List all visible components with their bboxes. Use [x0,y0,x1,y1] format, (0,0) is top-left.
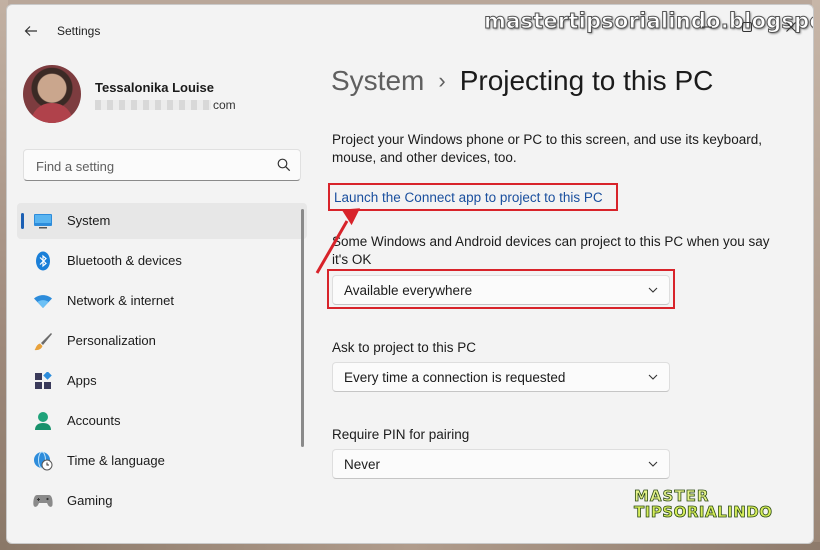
wifi-icon [33,291,53,311]
maximize-button[interactable] [727,13,767,41]
app-title: Settings [57,24,101,38]
back-button[interactable] [19,19,43,43]
breadcrumb-parent[interactable]: System [331,65,424,96]
breadcrumb: System › Projecting to this PC [331,65,713,97]
sidebar-item-time-language[interactable]: Time & language [17,443,307,479]
bluetooth-icon [33,251,53,271]
search-icon[interactable] [276,157,292,173]
availability-label: Some Windows and Android devices can pro… [332,234,770,267]
sidebar-item-label: Network & internet [67,293,174,308]
chevron-down-icon [648,461,658,467]
user-name: Tessalonika Louise [95,80,214,95]
sidebar-item-label: System [67,213,111,228]
person-icon [33,411,53,431]
sidebar-item-accounts[interactable]: Accounts [17,403,307,439]
watermark-logo-line1: MASTER [634,487,710,505]
gamepad-icon [33,491,53,511]
sidebar-nav: System Bluetooth & devices Network & int… [17,203,307,523]
pin-label: Require PIN for pairing [332,427,470,442]
dropdown-value: Every time a connection is requested [344,370,566,385]
sidebar-item-label: Personalization [67,333,156,348]
chevron-right-icon: › [438,68,446,93]
pin-dropdown[interactable]: Never [332,449,670,479]
sidebar-item-label: Bluetooth & devices [67,253,182,268]
annotation-arrow [315,208,361,274]
chevron-down-icon [648,287,658,293]
user-email: com [95,98,236,112]
sidebar-item-label: Accounts [67,413,121,428]
globe-clock-icon [33,451,53,471]
ask-dropdown[interactable]: Every time a connection is requested [332,362,670,392]
close-icon [786,22,796,32]
watermark-logo-line2: TIPSORIALINDO [634,503,773,521]
minimize-icon [702,26,712,28]
watermark-logo: MASTER TIPSORIALINDO [634,487,773,521]
close-button[interactable] [771,13,811,41]
availability-dropdown[interactable]: Available everywhere [332,275,670,305]
settings-window: Settings mastertipsorialindo.blogspot.co… [6,4,814,544]
chevron-down-icon [648,374,658,380]
page-description: Project your Windows phone or PC to this… [332,132,762,165]
sidebar-item-personalization[interactable]: Personalization [17,323,307,359]
sidebar-item-bluetooth[interactable]: Bluetooth & devices [17,243,307,279]
title-bar: Settings mastertipsorialindo.blogspot.co… [7,5,813,51]
dropdown-value: Available everywhere [344,283,473,298]
sidebar-item-label: Gaming [67,493,113,508]
arrow-left-icon [24,26,37,36]
monitor-icon [33,211,53,231]
avatar[interactable] [23,65,81,123]
sidebar-item-label: Apps [67,373,97,388]
sidebar-item-label: Time & language [67,453,165,468]
sidebar-item-apps[interactable]: Apps [17,363,307,399]
sidebar-scrollbar[interactable] [301,209,304,447]
sidebar-item-gaming[interactable]: Gaming [17,483,307,519]
ask-label: Ask to project to this PC [332,340,477,355]
maximize-icon [742,22,752,32]
brush-icon [33,331,53,351]
dropdown-value: Never [344,457,381,472]
sidebar-item-network[interactable]: Network & internet [17,283,307,319]
email-suffix: com [213,98,236,112]
email-redaction [95,100,211,110]
minimize-button[interactable] [687,13,727,41]
apps-icon [33,371,53,391]
search-box[interactable] [23,149,301,181]
search-input[interactable] [34,156,268,176]
page-title: Projecting to this PC [459,65,714,96]
sidebar-item-system[interactable]: System [17,203,307,239]
